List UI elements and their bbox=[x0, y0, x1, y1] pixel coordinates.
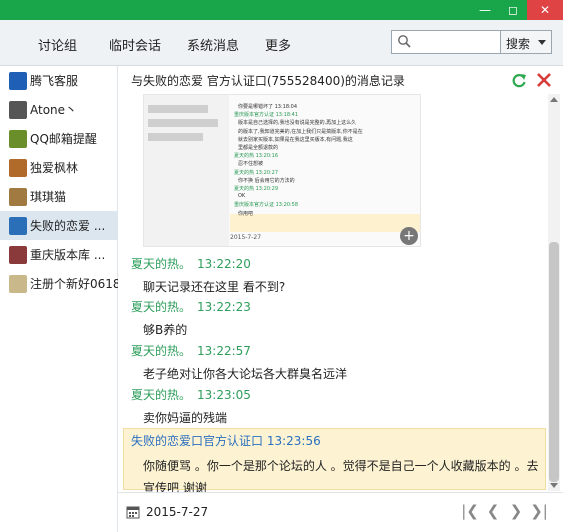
contact-item[interactable]: 独爱枫林 bbox=[0, 153, 118, 182]
message-meta: 夏天的热。 13:22:23 bbox=[131, 298, 251, 315]
maximize-icon[interactable]: ◻ bbox=[499, 0, 527, 20]
scrollbar-thumb[interactable] bbox=[549, 242, 559, 482]
message-sender: 夏天的热。 bbox=[131, 300, 192, 314]
search-button-label: 搜索 bbox=[506, 37, 531, 51]
message-meta: 夏天的热。 13:22:57 bbox=[131, 342, 251, 359]
avatar bbox=[9, 216, 27, 235]
embedded-line: 夏天的热 13:20:16 bbox=[234, 153, 279, 160]
next-page-icon[interactable]: ❯ bbox=[506, 501, 526, 521]
embedded-line: OK bbox=[238, 193, 246, 200]
contact-sidebar: 腾飞客服 Atone丶 QQ邮箱提醒 独爱枫林琪琪猫失败的恋爱 ... 重庆版本库 ..… bbox=[0, 66, 118, 532]
zoom-icon[interactable]: + bbox=[400, 227, 418, 245]
avatar bbox=[9, 245, 27, 264]
embedded-line: 版本是自己选择的,我也没有说是完整的,再加上这么久 bbox=[238, 120, 357, 127]
embedded-screenshot-sidebar bbox=[144, 95, 229, 246]
contact-item[interactable]: 腾飞客服 bbox=[0, 66, 118, 95]
embedded-line: 就去别家买版本,如果是在我这里买版本,有问题,我这 bbox=[238, 136, 353, 143]
embedded-line: 重庆版本官方认证 13:20:58 bbox=[234, 202, 299, 209]
embedded-line: 的版本了,我知道完美的,在加上我们只是搞版本,你不是在 bbox=[238, 128, 363, 135]
tab-bar: 讨论组 临时会话 系统消息 更多 搜索 bbox=[0, 20, 563, 66]
tab-discussion-group[interactable]: 讨论组 bbox=[38, 35, 77, 54]
avatar bbox=[9, 71, 27, 90]
contact-name: 琪琪猫 bbox=[30, 190, 67, 204]
window-titlebar: — ◻ ✕ bbox=[0, 0, 563, 20]
contact-item[interactable]: 注册个新好0618 bbox=[0, 269, 118, 298]
contact-name: QQ邮箱提醒 bbox=[30, 132, 97, 146]
embedded-line: 你要是哪错坏了 13:18:04 bbox=[238, 104, 298, 110]
message-text: 聊天记录还在这里 看不到? bbox=[143, 280, 286, 294]
message-time: 13:23:05 bbox=[197, 388, 251, 402]
contact-name: 注册个新好0618 bbox=[30, 277, 118, 291]
message-text: 老子绝对让你各大论坛各大群臭名远洋 bbox=[143, 367, 348, 381]
message-meta: 夏天的热。 13:23:05 bbox=[131, 386, 251, 403]
embedded-line: 夏天的热 13:20:29 bbox=[234, 186, 279, 192]
contact-name: 重庆版本库 ... bbox=[30, 248, 106, 262]
refresh-icon[interactable] bbox=[511, 72, 527, 88]
contact-item[interactable]: 失败的恋爱 ... bbox=[0, 211, 118, 240]
embedded-line: 重庆版本官方认证 13:18:41 bbox=[234, 112, 299, 119]
embedded-line: 夏天的热 13:20:27 bbox=[234, 169, 279, 176]
tab-more[interactable]: 更多 bbox=[265, 35, 291, 54]
message-sender: 夏天的热。 bbox=[131, 388, 192, 402]
message-text: 卖你妈逼的残端 bbox=[143, 411, 228, 425]
embedded-line: 你用吧 bbox=[238, 210, 254, 217]
contact-name: 腾飞客服 bbox=[30, 74, 79, 88]
contact-item[interactable]: 琪琪猫 bbox=[0, 182, 118, 211]
close-history-icon[interactable] bbox=[536, 72, 552, 88]
contact-item[interactable]: QQ邮箱提醒 bbox=[0, 124, 118, 153]
tab-temp-session[interactable]: 临时会话 bbox=[109, 35, 161, 54]
contact-item[interactable]: Atone丶 bbox=[0, 95, 118, 124]
search-input[interactable] bbox=[391, 30, 501, 54]
search-button[interactable]: 搜索 bbox=[500, 30, 552, 54]
chevron-down-icon bbox=[538, 40, 546, 45]
highlighted-message-meta: 失败的恋爱口官方认证口 13:23:56 bbox=[131, 432, 321, 449]
contact-item[interactable]: 重庆版本库 ... bbox=[0, 240, 118, 269]
message-time: 13:22:23 bbox=[197, 300, 251, 314]
embedded-row bbox=[148, 119, 218, 127]
calendar-icon[interactable] bbox=[126, 505, 140, 519]
window-controls: — ◻ ✕ bbox=[471, 0, 563, 20]
scroll-up-icon[interactable] bbox=[550, 97, 558, 102]
avatar bbox=[9, 129, 27, 148]
message-time: 13:22:57 bbox=[197, 344, 251, 358]
close-icon[interactable]: ✕ bbox=[527, 0, 563, 20]
embedded-line: 里都是全额退款的 bbox=[238, 145, 279, 151]
avatar bbox=[9, 187, 27, 206]
embedded-row bbox=[148, 105, 208, 113]
embedded-date: 2015-7-27 bbox=[230, 234, 262, 241]
message-sender: 夏天的热。 bbox=[131, 257, 192, 271]
scroll-down-icon[interactable] bbox=[550, 483, 558, 488]
message-time: 13:22:20 bbox=[197, 257, 251, 271]
embedded-highlight bbox=[230, 214, 420, 232]
avatar bbox=[9, 158, 27, 177]
avatar bbox=[9, 274, 27, 293]
previous-page-icon[interactable]: ❮ bbox=[483, 501, 503, 521]
message-sender: 失败的恋爱口官方认证口 bbox=[131, 434, 264, 448]
first-page-icon[interactable]: |❮ bbox=[460, 501, 480, 521]
tab-system-messages[interactable]: 系统消息 bbox=[187, 35, 239, 54]
search-icon bbox=[398, 35, 411, 48]
message-meta: 夏天的热。 13:22:20 bbox=[131, 255, 251, 272]
message-time: 13:23:56 bbox=[266, 434, 321, 448]
message-sender: 夏天的热。 bbox=[131, 344, 192, 358]
contact-name: Atone丶 bbox=[30, 103, 78, 117]
minimize-icon[interactable]: — bbox=[471, 0, 499, 20]
embedded-line: 忍不住想被 bbox=[238, 161, 264, 168]
message-text: 够B养的 bbox=[143, 323, 188, 337]
message-history-title: 与失败的恋爱 官方认证口(755528400)的消息记录 bbox=[131, 74, 405, 88]
contact-name: 独爱枫林 bbox=[30, 161, 79, 175]
avatar bbox=[9, 100, 27, 119]
history-date: 2015-7-27 bbox=[146, 505, 209, 519]
embedded-row bbox=[148, 133, 203, 141]
embedded-screenshot-image[interactable]: 2015-7-27 + 你要是哪错坏了 13:18:04 重庆版本官方认证 13:… bbox=[143, 94, 421, 247]
last-page-icon[interactable]: ❯| bbox=[529, 501, 549, 521]
contact-name: 失败的恋爱 ... bbox=[30, 219, 106, 233]
embedded-line: 你不换 后会用它的方法的 bbox=[238, 177, 295, 184]
